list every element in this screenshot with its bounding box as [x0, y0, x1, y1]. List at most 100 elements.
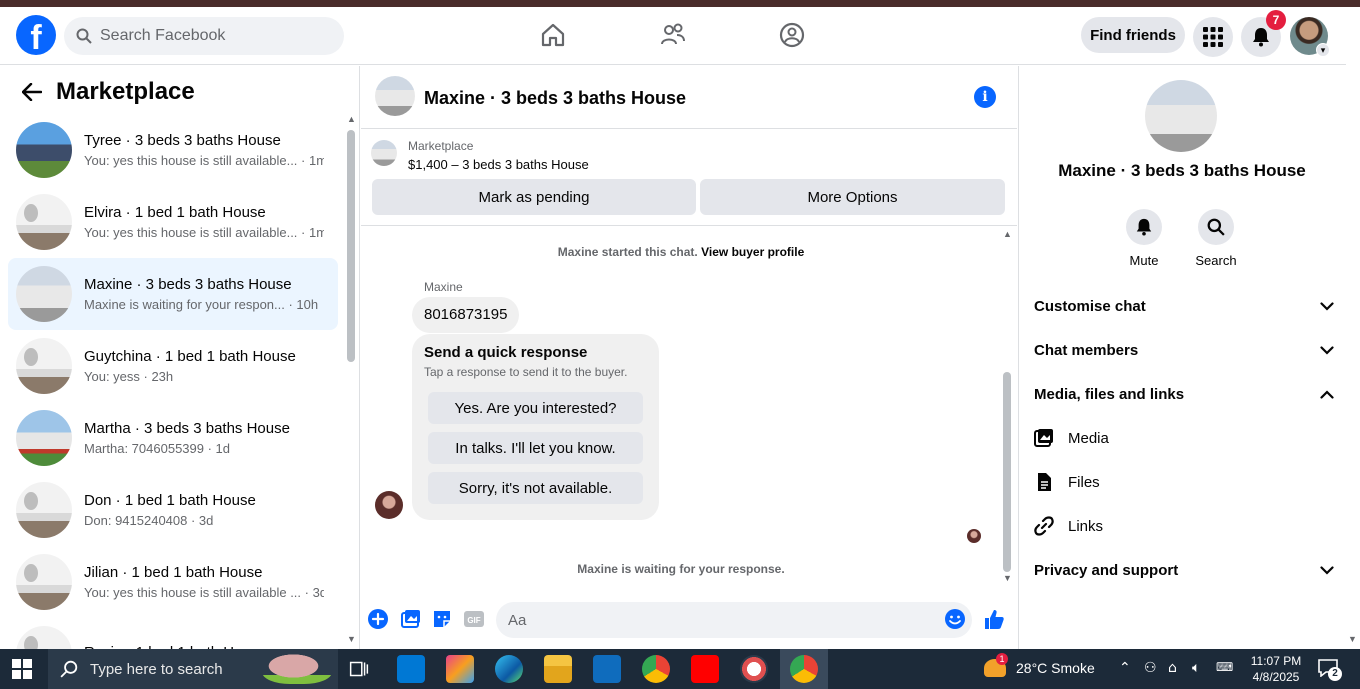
- volume-icon[interactable]: 🔈︎: [1192, 660, 1200, 676]
- keyboard-icon[interactable]: ⌨: [1216, 660, 1233, 674]
- conversation-thumbnail: [16, 266, 72, 322]
- page-scroll-down-arrow[interactable]: ▼: [1348, 634, 1357, 644]
- search-icon: [60, 660, 78, 678]
- files-item[interactable]: Files: [1034, 464, 1100, 500]
- files-label: Files: [1068, 473, 1100, 491]
- quick-response-not-available[interactable]: Sorry, it's not available.: [428, 472, 643, 504]
- details-title: Maxine · 3 beds 3 baths House: [1058, 161, 1306, 180]
- facebook-logo-icon[interactable]: f: [16, 15, 56, 55]
- page-title: Marketplace: [56, 78, 195, 105]
- conversation-item[interactable]: Maxine · 3 beds 3 baths House Maxine is w…: [8, 258, 338, 330]
- conversation-item[interactable]: Tyree · 3 beds 3 baths House You: yes thi…: [8, 114, 338, 186]
- details-avatar[interactable]: [1145, 80, 1217, 152]
- network-icon[interactable]: ⌂: [1168, 660, 1177, 676]
- sender-avatar[interactable]: [375, 491, 403, 519]
- youtube-icon[interactable]: [691, 655, 719, 683]
- copilot-icon[interactable]: [446, 655, 474, 683]
- conversation-item[interactable]: Guytchina · 1 bed 1 bath House You: yess …: [8, 330, 338, 402]
- menu-button[interactable]: [1193, 17, 1233, 57]
- windows-taskbar: 1 28°C Smoke ⌃ ⚇ ⌂ 🔈︎ ⌨ 11:07 PM 4/8/202…: [0, 649, 1360, 689]
- microsoft-store-icon[interactable]: [397, 655, 425, 683]
- conversation-text: Tyree · 3 beds 3 baths House You: yes thi…: [84, 132, 324, 168]
- sidebar-scrollbar[interactable]: [347, 130, 355, 362]
- notification-count-badge: 7: [1266, 10, 1286, 30]
- conversation-item[interactable]: Rocio · 1 bed 1 bath House: [8, 618, 338, 649]
- sticker-icon[interactable]: [431, 608, 453, 630]
- home-icon[interactable]: [539, 21, 567, 49]
- search-input[interactable]: [100, 27, 320, 45]
- listing-thumbnail[interactable]: [371, 140, 397, 166]
- more-options-button[interactable]: More Options: [700, 179, 1005, 215]
- chrome-profile-icon[interactable]: [790, 655, 818, 683]
- conversation-name: Guytchina · 1 bed 1 bath House: [84, 348, 296, 365]
- chat-title[interactable]: Maxine · 3 beds 3 baths House: [424, 88, 686, 109]
- windows-start-icon[interactable]: [12, 659, 32, 679]
- conversation-preview: You: yess · 23h: [84, 369, 174, 384]
- groups-icon[interactable]: [778, 21, 806, 49]
- listing-price[interactable]: $1,400 – 3 beds 3 baths House: [408, 157, 589, 172]
- search-bar[interactable]: [64, 17, 344, 55]
- quick-response-subtitle: Tap a response to send it to the buyer.: [424, 365, 628, 379]
- quick-response-card: Send a quick response Tap a response to …: [412, 334, 659, 520]
- scroll-down-arrow[interactable]: ▼: [347, 634, 356, 644]
- conversation-name: Don · 1 bed 1 bath House: [84, 492, 256, 509]
- conversation-thumbnail: [16, 194, 72, 250]
- friends-icon[interactable]: [659, 21, 687, 49]
- back-arrow-icon[interactable]: [16, 78, 48, 106]
- thumbs-up-icon[interactable]: [983, 608, 1005, 630]
- app-icon[interactable]: [740, 655, 768, 683]
- scroll-up-arrow[interactable]: ▲: [347, 114, 356, 124]
- media-item[interactable]: Media: [1034, 420, 1109, 456]
- conversation-preview: Martha: 7046055399 · 1d: [84, 441, 230, 456]
- chat-scroll-down-arrow[interactable]: ▼: [1003, 573, 1012, 583]
- conversation-item[interactable]: Jilian · 1 bed 1 bath House You: yes this…: [8, 546, 338, 618]
- media-files-links-label: Media, files and links: [1034, 385, 1185, 403]
- photo-icon[interactable]: [399, 608, 421, 630]
- taskbar-search-input[interactable]: [90, 660, 240, 678]
- find-friends-button[interactable]: Find friends: [1081, 17, 1185, 53]
- conversation-thumbnail: [16, 554, 72, 610]
- meet-now-icon[interactable]: ⚇: [1144, 660, 1157, 676]
- chevron-down-icon: [1320, 345, 1334, 355]
- mute-action[interactable]: Mute: [1114, 209, 1174, 268]
- action-center-icon[interactable]: 2: [1318, 659, 1342, 681]
- message-input[interactable]: [496, 602, 972, 638]
- listing-source: Marketplace: [408, 139, 474, 153]
- conversation-thumbnail: [16, 410, 72, 466]
- conversation-item[interactable]: Don · 1 bed 1 bath House Don: 9415240408 …: [8, 474, 338, 546]
- gif-icon[interactable]: GIF: [463, 608, 485, 630]
- customise-chat-row[interactable]: Customise chat: [1034, 288, 1334, 324]
- chrome-icon[interactable]: [642, 655, 670, 683]
- taskbar-clock[interactable]: 11:07 PM 4/8/2025: [1238, 653, 1314, 685]
- chat-scrollbar[interactable]: [1003, 372, 1011, 572]
- message-bubble[interactable]: 8016873195: [412, 297, 520, 333]
- quick-response-in-talks[interactable]: In talks. I'll let you know.: [428, 432, 643, 464]
- conversation-item[interactable]: Martha · 3 beds 3 baths House Martha: 704…: [8, 402, 338, 474]
- view-buyer-profile-link[interactable]: View buyer profile: [701, 245, 804, 259]
- quick-response-yes[interactable]: Yes. Are you interested?: [428, 392, 643, 424]
- bell-icon: [1253, 28, 1269, 47]
- chat-started-text: Maxine started this chat.: [557, 245, 698, 259]
- file-explorer-icon[interactable]: [544, 655, 572, 683]
- active-chrome-highlight[interactable]: [780, 649, 828, 689]
- chat-members-row[interactable]: Chat members: [1034, 332, 1334, 368]
- info-icon[interactable]: i: [974, 86, 996, 108]
- media-files-links-row[interactable]: Media, files and links: [1034, 376, 1334, 412]
- emoji-icon[interactable]: [944, 608, 966, 630]
- action-center-count: 2: [1328, 667, 1342, 681]
- task-view-icon[interactable]: [346, 655, 372, 683]
- chevron-down-icon[interactable]: ▾: [1316, 43, 1330, 57]
- edge-browser-icon[interactable]: [495, 655, 523, 683]
- chat-avatar[interactable]: [375, 76, 415, 116]
- conversation-item[interactable]: Elvira · 1 bed 1 bath House You: yes this…: [8, 186, 338, 258]
- chat-scroll-up-arrow[interactable]: ▲: [1003, 229, 1012, 239]
- links-item[interactable]: Links: [1034, 508, 1103, 544]
- search-action[interactable]: Search: [1186, 209, 1246, 268]
- weather-widget[interactable]: 1 28°C Smoke: [984, 653, 1095, 677]
- mark-as-pending-button[interactable]: Mark as pending: [372, 179, 696, 215]
- privacy-support-row[interactable]: Privacy and support: [1034, 552, 1334, 588]
- outlook-icon[interactable]: [593, 655, 621, 683]
- plus-circle-icon[interactable]: [367, 608, 389, 630]
- seen-receipt-avatar: [967, 529, 981, 543]
- tray-chevron-up-icon[interactable]: ⌃: [1119, 660, 1131, 676]
